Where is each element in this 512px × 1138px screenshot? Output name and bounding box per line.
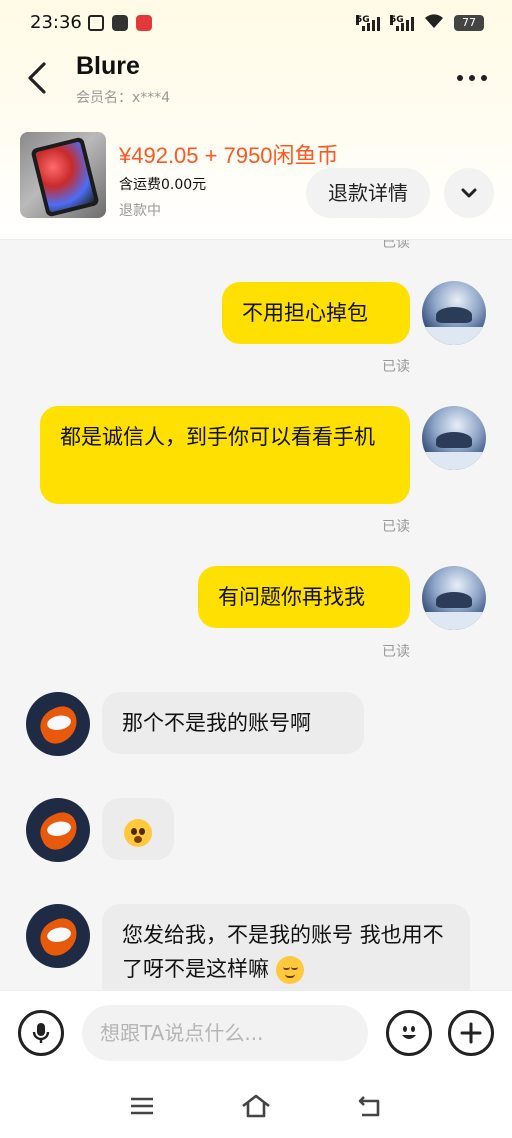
message-bubble-other[interactable] — [102, 798, 174, 860]
message-bubble-me[interactable]: 有问题你再找我 — [198, 566, 410, 628]
home-icon — [242, 1094, 270, 1118]
read-receipt: 已读 — [382, 519, 410, 535]
contact-avatar[interactable] — [26, 798, 90, 862]
status-bar: 23:36 5G 5G 77 — [0, 0, 512, 46]
my-avatar[interactable] — [422, 566, 486, 630]
flushed-face-icon — [124, 819, 152, 847]
system-nav-bar — [0, 1074, 512, 1138]
message-bubble-me[interactable]: 都是诚信人，到手你可以看看手机 — [40, 406, 410, 504]
dot-icon — [481, 75, 487, 81]
my-avatar[interactable] — [422, 406, 486, 470]
message-input[interactable] — [82, 1005, 368, 1061]
chat-title: Blure — [76, 52, 140, 80]
emoji-button[interactable] — [386, 1010, 432, 1056]
read-receipt: 已读 — [382, 359, 410, 375]
signal-label: 5G — [356, 14, 370, 25]
input-bar — [0, 990, 512, 1074]
signal-label-2: 5G — [390, 14, 404, 25]
more-actions-button[interactable] — [448, 1010, 494, 1056]
message-bubble-other[interactable]: 那个不是我的账号啊 — [102, 692, 364, 754]
home-button[interactable] — [240, 1092, 272, 1120]
contact-avatar[interactable] — [26, 692, 90, 756]
read-receipt: 已读 — [382, 240, 410, 251]
member-name: 会员名：x***4 — [76, 90, 171, 106]
signal-icon: 5G — [356, 14, 380, 31]
voice-button[interactable] — [18, 1010, 64, 1056]
back-button[interactable] — [22, 58, 54, 98]
expand-button[interactable] — [444, 168, 494, 218]
hdr-icon — [136, 15, 152, 31]
product-price: ¥492.05 + 7950闲鱼币 — [119, 143, 339, 168]
my-avatar[interactable] — [422, 281, 486, 345]
message-bubble-me[interactable]: 不用担心掉包 — [222, 282, 410, 344]
status-time: 23:36 — [30, 12, 82, 33]
system-back-button[interactable] — [354, 1092, 386, 1120]
contact-avatar[interactable] — [26, 904, 90, 968]
status-indicators: 5G 5G 77 — [356, 13, 484, 32]
message-bubble-other[interactable]: 您发给我，不是我的账号 我也用不了呀不是这样嘛 — [102, 904, 470, 990]
smiley-icon — [402, 1026, 416, 1039]
wifi-icon — [424, 13, 444, 32]
menu-icon — [131, 1097, 153, 1115]
order-status: 退款中 — [119, 203, 161, 219]
microphone-icon — [32, 1023, 50, 1043]
message-list[interactable]: 已读 不用担心掉包 已读 都是诚信人，到手你可以看看手机 已读 有问题你再找我 … — [0, 240, 512, 990]
plus-icon — [460, 1022, 482, 1044]
product-thumbnail[interactable] — [20, 132, 106, 218]
app-notification-icon — [112, 15, 128, 31]
dot-icon — [469, 75, 475, 81]
battery-icon: 77 — [454, 14, 484, 31]
read-receipt: 已读 — [382, 644, 410, 660]
notification-icon — [88, 15, 104, 31]
recent-apps-button[interactable] — [126, 1092, 158, 1120]
more-options-button[interactable] — [454, 66, 490, 90]
phone-image — [30, 136, 100, 218]
shipping-fee: 含运费0.00元 — [119, 177, 207, 193]
dot-icon — [457, 75, 463, 81]
relieved-face-icon — [275, 956, 304, 984]
signal-icon-2: 5G — [390, 14, 414, 31]
chevron-down-icon — [461, 188, 477, 198]
chevron-left-icon — [28, 62, 46, 94]
refund-details-button[interactable]: 退款详情 — [306, 168, 430, 218]
return-icon — [358, 1096, 380, 1117]
header-area: 23:36 5G 5G 77 Blure 会员名：x***4 ¥492.05 +… — [0, 0, 512, 240]
